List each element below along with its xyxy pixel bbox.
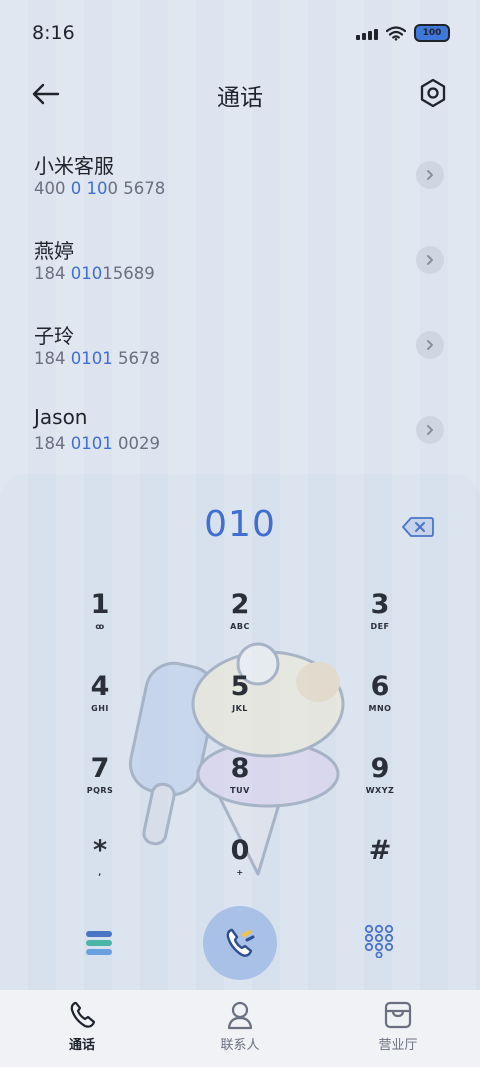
signal-icon: [356, 26, 378, 40]
status-time: 8:16: [32, 22, 75, 44]
delete-button[interactable]: [402, 516, 434, 538]
contact-name: 小米客服: [34, 154, 114, 178]
result-row[interactable]: 燕婷 184 01015689: [0, 223, 480, 308]
contact-number: 400 0 100 5678: [34, 179, 166, 198]
settings-button[interactable]: [416, 76, 450, 110]
status-bar: 8:16 100: [0, 0, 480, 66]
key-8[interactable]: 8 TUV: [180, 754, 300, 826]
menu-button[interactable]: [82, 926, 116, 960]
result-row[interactable]: 小米客服 400 0 100 5678: [0, 138, 480, 223]
contact-name: Jason: [34, 405, 88, 429]
stacked-menu-icon: [86, 931, 112, 955]
dialpad-grid-icon: [364, 924, 394, 959]
battery-icon: 100: [414, 24, 450, 42]
voicemail-icon: ꝏ: [95, 622, 105, 631]
dialpad-panel: 010 1ꝏ 2 ABC 3 DEF 4 GHI 5 JKL 6MNO 7 PQ…: [0, 474, 480, 994]
hexagon-settings-icon: [420, 78, 446, 108]
tab-service-hall[interactable]: 营业厅: [338, 1000, 458, 1053]
dial-actions: [0, 904, 480, 984]
backspace-icon: [402, 517, 434, 537]
call-button[interactable]: [203, 906, 277, 980]
key-4[interactable]: 4 GHI: [40, 672, 160, 744]
key-7[interactable]: 7 PQRS: [40, 754, 160, 826]
detail-button[interactable]: [416, 416, 444, 444]
contact-name: 子玲: [34, 324, 74, 348]
status-icons: 100: [356, 24, 450, 42]
key-star[interactable]: *,: [40, 836, 160, 908]
detail-button[interactable]: [416, 246, 444, 274]
chevron-right-icon: [427, 425, 433, 435]
tab-contacts[interactable]: 联系人: [180, 1000, 300, 1053]
key-2[interactable]: 2 ABC: [180, 590, 300, 662]
detail-button[interactable]: [416, 161, 444, 189]
result-row[interactable]: Jason 184 0101 0029: [0, 393, 480, 478]
key-0[interactable]: 0 +: [180, 836, 300, 908]
wifi-icon: [386, 25, 406, 41]
contact-name: 燕婷: [34, 239, 74, 263]
store-icon: [384, 1001, 412, 1029]
keypad-toggle-button[interactable]: [362, 924, 396, 959]
chevron-right-icon: [427, 170, 433, 180]
search-results-list: 小米客服 400 0 100 5678 燕婷 184 01015689 子玲 1…: [0, 138, 480, 478]
contact-number: 184 0101 0029: [34, 434, 160, 453]
contact-number: 184 0101 5678: [34, 349, 160, 368]
chevron-right-icon: [427, 255, 433, 265]
tab-calls[interactable]: 通话: [22, 1000, 142, 1053]
key-1[interactable]: 1ꝏ: [40, 590, 160, 662]
result-row[interactable]: 子玲 184 0101 5678: [0, 308, 480, 393]
chevron-right-icon: [427, 340, 433, 350]
key-hash[interactable]: #: [320, 836, 440, 908]
detail-button[interactable]: [416, 331, 444, 359]
key-5[interactable]: 5 JKL: [180, 672, 300, 744]
page-title: 通话: [217, 85, 263, 111]
key-9[interactable]: 9 WXYZ: [320, 754, 440, 826]
top-bar: 通话: [0, 66, 480, 122]
phone-icon: [70, 1001, 96, 1028]
key-6[interactable]: 6 MNO: [320, 672, 440, 744]
bottom-nav: 通话 联系人 营业厅: [0, 990, 480, 1067]
contacts-icon: [227, 1001, 253, 1030]
contact-number: 184 01015689: [34, 264, 155, 283]
key-3[interactable]: 3 DEF: [320, 590, 440, 662]
phone-call-icon: [226, 928, 255, 957]
